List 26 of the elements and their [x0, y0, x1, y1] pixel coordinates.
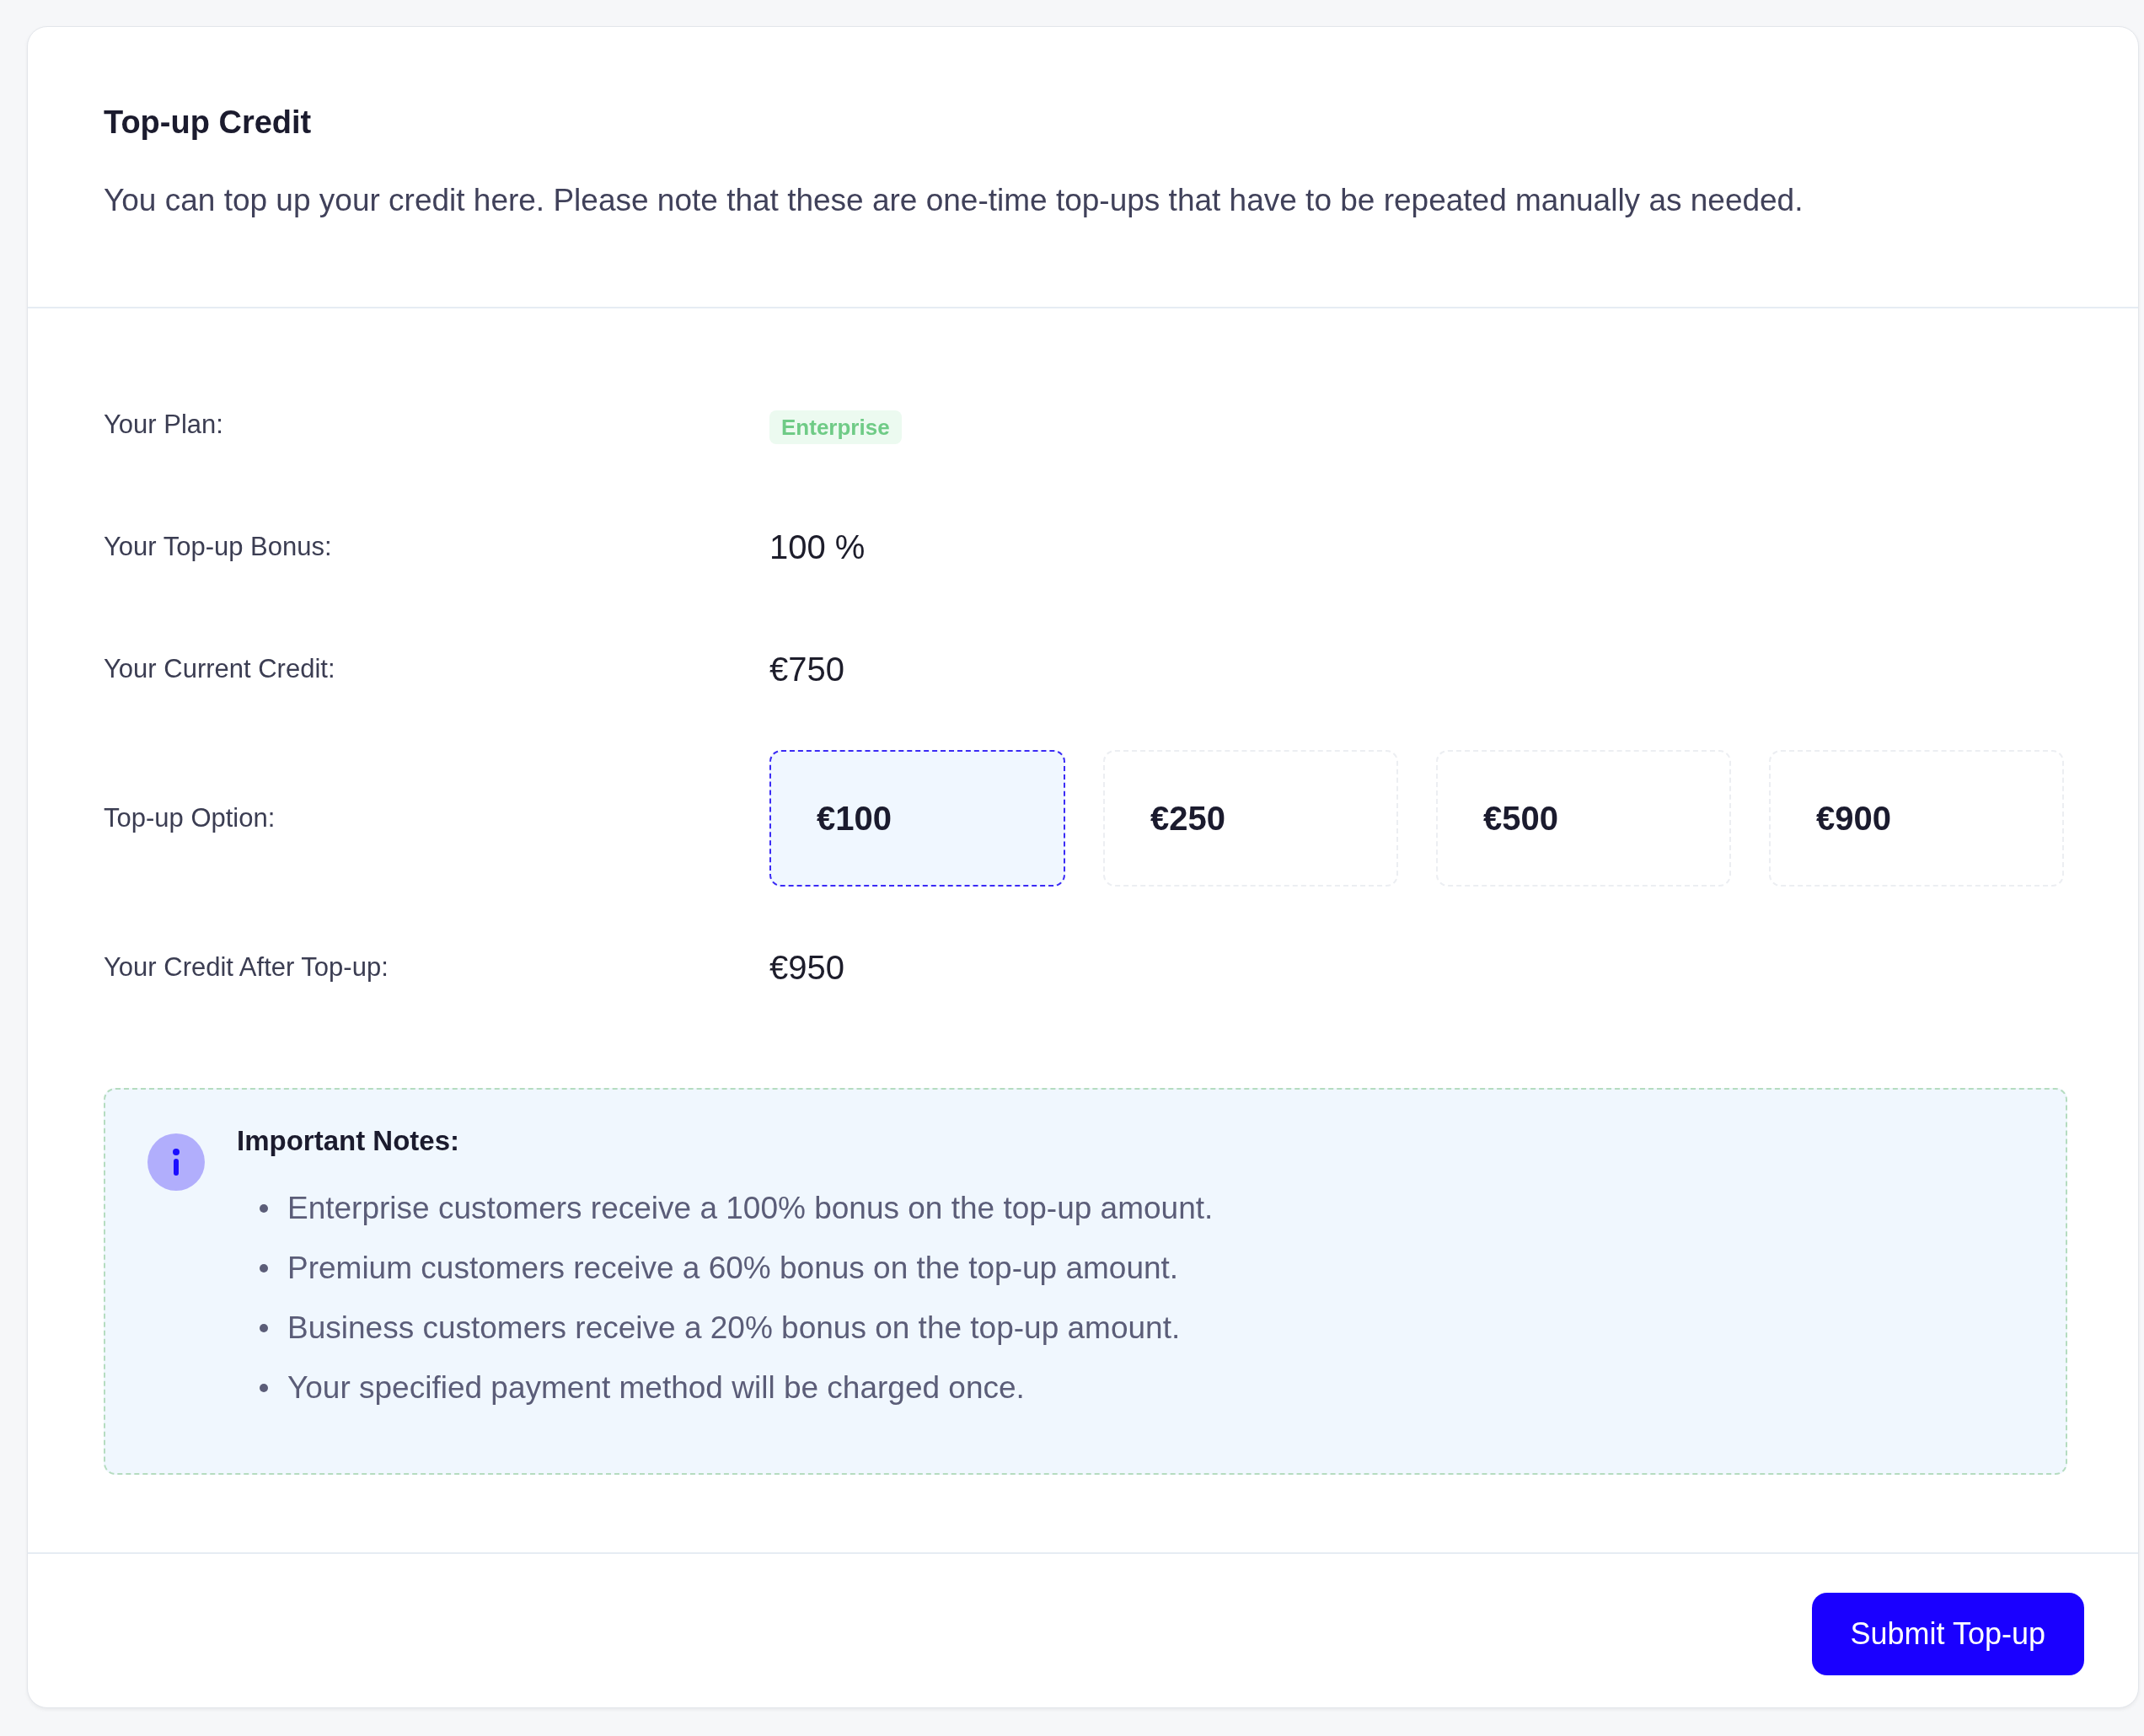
note-item: Premium customers receive a 60% bonus on the top-up amount. [287, 1250, 1179, 1287]
field-label: Your Current Credit: [104, 653, 336, 685]
bullet-icon [260, 1324, 268, 1332]
card-title: Top-up Credit [104, 104, 313, 142]
plan-badge: Enterprise [769, 410, 902, 444]
field-value: 100 % [769, 528, 866, 567]
top-up-option[interactable]: €100 [769, 750, 1065, 887]
field-value: €750 [769, 650, 844, 689]
note-item: Enterprise customers receive a 100% bonus on the top-up amount. [287, 1190, 1214, 1227]
bullet-icon [260, 1204, 268, 1213]
field-value: €950 [769, 948, 844, 988]
top-up-option[interactable]: €900 [1769, 750, 2064, 887]
top-up-option[interactable]: €500 [1436, 750, 1731, 887]
card-description: You can top up your credit here. Please note that these are one-time top-ups that have to be repeated manually as needed. [104, 182, 1804, 219]
submit-button[interactable]: Submit Top-up [1811, 1593, 2084, 1675]
note-item: Your specified payment method will be charged once. [287, 1369, 1025, 1406]
notes-title: Important Notes: [237, 1124, 460, 1158]
note-item: Business customers receive a 20% bonus on the top-up amount. [287, 1310, 1181, 1347]
info-icon [147, 1133, 205, 1191]
bullet-icon [260, 1384, 268, 1392]
field-label: Your Plan: [104, 409, 224, 441]
top-up-option[interactable]: €250 [1103, 750, 1398, 887]
field-label: Your Credit After Top-up: [104, 951, 389, 983]
field-label: Your Top-up Bonus: [104, 531, 333, 563]
field-label: Top-up Option: [104, 802, 276, 834]
bullet-icon [260, 1264, 268, 1273]
